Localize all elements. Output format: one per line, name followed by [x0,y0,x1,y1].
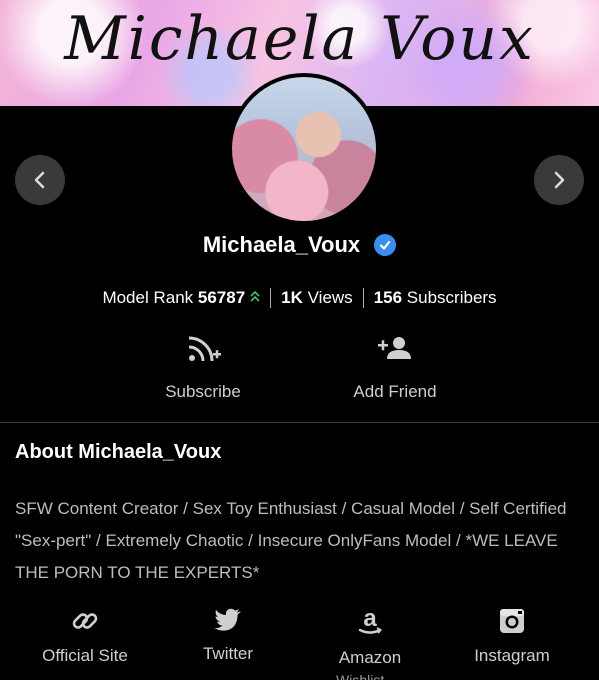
views-value: 1K [281,288,303,307]
subscribers-label: Subscribers [406,288,497,307]
banner-title: Michaela Voux [64,4,535,74]
twitter-icon [214,608,241,631]
official-site-link[interactable]: Official Site [15,606,155,666]
rank-value: 56787 [197,288,246,307]
instagram-link[interactable]: Instagram [442,606,582,666]
rank-label: Model Rank [102,288,194,307]
add-user-icon [378,337,411,359]
profile-username: Michaela_Voux [202,232,361,257]
avatar[interactable] [228,73,380,225]
twitter-label: Twitter [202,644,254,663]
stats-divider [270,288,272,308]
add-friend-label: Add Friend [353,382,437,401]
rss-add-icon [188,336,221,362]
profile-stats: Model Rank 56787 1K Views 156 Subscriber… [0,288,599,308]
link-icon [72,613,98,629]
next-button[interactable] [534,155,584,205]
svg-text:a: a [363,606,377,632]
chevron-right-icon [554,171,565,189]
amazon-wishlist-sublabel: Wishlist [336,672,385,680]
about-text: SFW Content Creator / Sex Toy Enthusiast… [15,499,567,582]
official-site-label: Official Site [42,646,128,665]
chevron-left-icon [34,171,45,189]
rank-up-icon [250,290,260,307]
section-divider [0,422,599,423]
add-friend-button[interactable]: Add Friend [315,333,475,402]
amazon-icon: a [358,606,383,634]
previous-button[interactable] [15,155,65,205]
subscribers-value: 156 [373,288,403,307]
subscribe-label: Subscribe [165,382,241,401]
stats-divider [362,288,364,308]
subscribe-button[interactable]: Subscribe [123,333,283,402]
instagram-icon [500,609,524,633]
verified-badge-icon [374,234,397,256]
twitter-link[interactable]: Twitter [158,606,298,664]
views-label: Views [307,288,353,307]
profile-name-row: Michaela_Voux [0,232,599,258]
amazon-link[interactable]: a Amazon [300,606,440,668]
instagram-label: Instagram [474,646,550,665]
about-title: About Michaela_Voux [15,441,222,463]
amazon-label: Amazon [338,648,402,667]
